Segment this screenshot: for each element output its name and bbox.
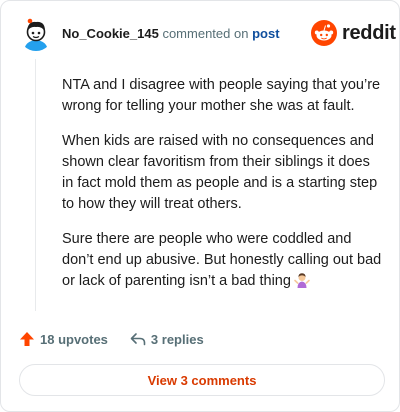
comment-paragraph: NTA and I disagree with people saying th… [62, 77, 381, 114]
upvote-button[interactable]: 18 upvotes [19, 331, 108, 347]
view-comments-button[interactable]: View 3 comments [19, 364, 385, 396]
post-link[interactable]: post [252, 26, 279, 41]
comment-paragraph: When kids are raised with no consequence… [62, 133, 378, 212]
reply-arrow-icon [130, 333, 146, 346]
comment-header: No_Cookie_145 commented on post [62, 26, 280, 41]
upvote-count: 18 upvotes [40, 331, 108, 347]
reddit-wordmark: reddit [342, 21, 396, 44]
replies-button[interactable]: 3 replies [130, 331, 204, 347]
thread-line [35, 59, 36, 311]
reply-count: 3 replies [150, 331, 204, 347]
reddit-alien-icon [311, 20, 337, 46]
avatar[interactable] [19, 17, 53, 51]
person-shrugging-emoji-icon [294, 272, 310, 295]
comment-paragraph-text: Sure there are people who were coddled a… [62, 231, 382, 289]
upvote-arrow-icon [20, 332, 34, 346]
reddit-logo[interactable]: reddit [311, 20, 396, 46]
action-text: commented on [162, 26, 249, 41]
view-comments-label: View 3 comments [147, 372, 257, 388]
comment-paragraph-last: Sure there are people who were coddled a… [62, 229, 382, 295]
comment-embed-card: No_Cookie_145 commented on post reddit N… [0, 0, 400, 412]
comment-body: NTA and I disagree with people saying th… [62, 75, 382, 309]
snoo-avatar-icon [19, 17, 53, 51]
action-bar: 18 upvotes 3 replies [19, 331, 204, 347]
username[interactable]: No_Cookie_145 [62, 26, 159, 41]
